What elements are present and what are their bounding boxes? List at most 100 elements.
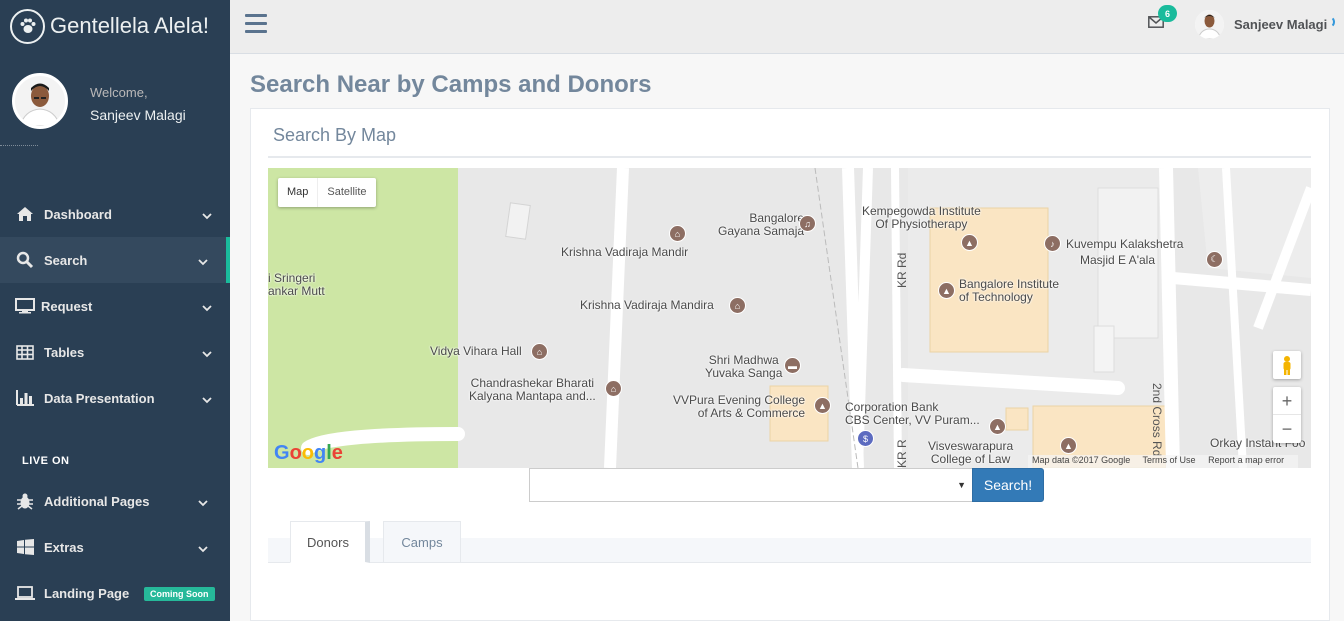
location-select[interactable]: ▼ xyxy=(529,468,973,502)
user-menu[interactable]: Sanjeev Malagi xyxy=(1234,17,1327,32)
poi-label[interactable]: Chandrashekar Bharati Kalyana Mantapa an… xyxy=(469,377,596,403)
sidebar-item-label: Extras xyxy=(44,539,84,555)
sidebar-item-tables[interactable]: Tables xyxy=(0,329,230,375)
map-attribution: Map data ©2017 Google Terms of Use Repor… xyxy=(1028,455,1299,468)
bar-chart-icon xyxy=(14,389,36,407)
poi-label[interactable]: Corporation Bank CBS Center, VV Puram... xyxy=(845,401,980,427)
poi-label[interactable]: Kuvempu Kalakshetra xyxy=(1066,238,1183,251)
profile-name: Sanjeev Malagi xyxy=(90,107,186,123)
sidebar-item-dashboard[interactable]: Dashboard xyxy=(0,191,230,237)
poi-pin-icon[interactable]: ♫ xyxy=(799,215,816,232)
top-nav: 6 Sanjeev Malagi xyxy=(230,0,1344,54)
poi-pin-icon[interactable]: ⌂ xyxy=(531,343,548,360)
tab-camps[interactable]: Camps xyxy=(383,521,461,563)
chevron-down-icon xyxy=(202,208,212,223)
zoom-in-button[interactable]: + xyxy=(1273,387,1301,415)
road-label: 2nd Cross Rd xyxy=(1150,383,1164,457)
google-logo: Google xyxy=(274,442,343,464)
coming-soon-badge: Coming Soon xyxy=(144,587,215,601)
poi-label[interactable]: Krishna Vadiraja Mandir xyxy=(561,246,688,259)
sidebar-item-landing-page[interactable]: Landing Page Coming Soon xyxy=(0,570,230,616)
sidebar-item-additional-pages[interactable]: Additional Pages xyxy=(0,478,230,524)
sidebar-item-label: Dashboard xyxy=(44,206,112,222)
street-view-pegman-icon[interactable] xyxy=(1273,351,1301,379)
chevron-down-icon xyxy=(198,541,208,556)
mail-count-badge: 6 xyxy=(1158,5,1177,22)
tab-donors[interactable]: Donors xyxy=(290,521,370,563)
poi-label[interactable]: Bangalore Gayana Samaja xyxy=(718,212,804,238)
poi-pin-icon[interactable]: ▲ xyxy=(989,418,1006,435)
profile: Welcome, Sanjeev Malagi xyxy=(12,73,222,133)
poi-label[interactable]: Vidya Vihara Hall xyxy=(430,345,522,358)
desktop-icon xyxy=(14,297,36,315)
page-title: Search Near by Camps and Donors xyxy=(250,71,652,98)
sidebar-item-extras[interactable]: Extras xyxy=(0,524,230,570)
poi-label[interactable]: Shri Madhwa Yuvaka Sanga xyxy=(705,354,782,380)
poi-pin-icon[interactable]: ▲ xyxy=(961,234,978,251)
sidebar-item-label: Data Presentation xyxy=(44,390,155,406)
chevron-down-icon xyxy=(202,392,212,407)
poi-pin-icon[interactable]: ▲ xyxy=(938,282,955,299)
sidebar-item-request[interactable]: Request xyxy=(0,283,230,329)
zoom-out-button[interactable]: − xyxy=(1273,415,1301,443)
sidebar: Gentellela Alela! Welcome, Sanjeev Malag… xyxy=(0,0,230,621)
search-button[interactable]: Search! xyxy=(972,468,1044,502)
sidebar-item-label: Landing Page xyxy=(44,585,130,601)
sidebar-item-label: Search xyxy=(44,252,88,268)
poi-label[interactable]: VVPura Evening College of Arts & Commerc… xyxy=(673,394,805,420)
sidebar-item-search[interactable]: Search xyxy=(0,237,230,283)
windows-icon xyxy=(14,538,36,556)
poi-pin-icon[interactable]: ▲ xyxy=(814,397,831,414)
caret-down-icon: ▼ xyxy=(957,480,966,490)
spinner-icon xyxy=(1323,16,1335,28)
chevron-down-icon xyxy=(198,495,208,510)
poi-pin-icon[interactable]: ♪ xyxy=(1044,235,1061,252)
brand-title: Gentellela Alela! xyxy=(50,13,209,38)
laptop-icon xyxy=(14,584,36,602)
terms-link[interactable]: Terms of Use xyxy=(1143,455,1196,465)
table-icon xyxy=(14,343,36,361)
road-label: KR R xyxy=(895,439,909,468)
poi-label[interactable]: i Sringeri ankar Mutt xyxy=(268,272,325,298)
poi-pin-icon[interactable]: ⌂ xyxy=(729,297,746,314)
sidebar-item-label: Additional Pages xyxy=(44,493,150,509)
brand[interactable]: Gentellela Alela! xyxy=(10,8,209,44)
poi-pin-icon[interactable]: ▲ xyxy=(1060,437,1077,454)
sidebar-item-data-presentation[interactable]: Data Presentation xyxy=(0,375,230,421)
home-icon xyxy=(14,205,36,223)
avatar xyxy=(12,73,68,129)
chevron-down-icon xyxy=(202,300,212,315)
zoom-control: + − xyxy=(1273,387,1301,443)
panel-title: Search By Map xyxy=(273,125,397,145)
menu-toggle-icon[interactable] xyxy=(245,14,267,34)
poi-pin-icon[interactable]: ⌂ xyxy=(605,380,622,397)
poi-label[interactable]: Visveswarapura College of Law xyxy=(928,440,1013,466)
poi-label[interactable]: Krishna Vadiraja Mandira xyxy=(580,299,714,312)
poi-pin-icon[interactable]: ▬ xyxy=(784,357,801,374)
divider xyxy=(268,156,1311,158)
section-title: LIVE ON xyxy=(22,455,70,467)
bank-pin-icon[interactable]: $ xyxy=(857,430,874,447)
map-type-map-button[interactable]: Map xyxy=(278,178,317,207)
bug-icon xyxy=(14,492,36,510)
welcome-text: Welcome, xyxy=(90,85,148,100)
user-avatar[interactable] xyxy=(1195,10,1224,39)
search-icon xyxy=(14,251,36,269)
chevron-down-icon xyxy=(198,254,208,269)
chevron-down-icon xyxy=(202,346,212,361)
map-type-control: Map Satellite xyxy=(278,178,376,207)
poi-pin-icon[interactable]: ⌂ xyxy=(669,225,686,242)
sidebar-item-label: Tables xyxy=(44,344,85,360)
divider xyxy=(0,145,38,146)
map-type-satellite-button[interactable]: Satellite xyxy=(317,178,375,207)
road-label: KR Rd xyxy=(895,252,909,288)
poi-label[interactable]: Kempegowda Institute Of Physiotherapy xyxy=(862,205,981,231)
report-error-link[interactable]: Report a map error xyxy=(1208,455,1284,465)
poi-label[interactable]: Masjid E A'ala xyxy=(1080,254,1155,267)
poi-pin-icon[interactable]: ☾ xyxy=(1206,251,1223,268)
paw-icon xyxy=(10,8,45,44)
sidebar-item-label: Request xyxy=(41,298,93,314)
sidebar-menu: Dashboard Search Request Tables Data Pre… xyxy=(0,191,230,421)
poi-label[interactable]: Bangalore Institute of Technology xyxy=(959,278,1059,304)
google-map[interactable]: Map Satellite Bangalore Gayana Samaja ♫ … xyxy=(268,168,1311,468)
